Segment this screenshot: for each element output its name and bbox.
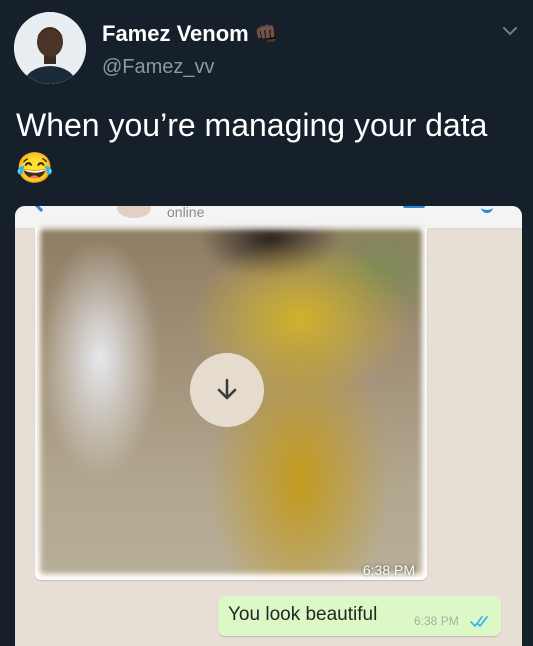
contact-status: online <box>167 206 205 220</box>
avatar-portrait <box>14 12 86 84</box>
chat-header: online <box>15 206 522 229</box>
laughing-emoji-icon: 😂 <box>16 152 54 185</box>
phone-icon <box>481 206 493 213</box>
author-name[interactable]: Famez Venom 👊🏿 <box>102 21 278 47</box>
outgoing-message-bubble: You look beautiful 6:38 PM <box>218 596 501 636</box>
download-button[interactable] <box>190 353 264 427</box>
fist-emoji-icon: 👊🏿 <box>254 23 279 45</box>
message-text: You look beautiful <box>228 604 378 625</box>
image-timestamp: 6:38 PM <box>362 562 415 578</box>
chevron-down-icon[interactable] <box>499 20 521 42</box>
video-call-icon <box>403 206 425 208</box>
tweet-text-body: When you’re managing your data <box>16 107 488 143</box>
author-avatar[interactable] <box>14 12 86 84</box>
double-check-icon <box>470 616 488 627</box>
tweet-media-screenshot[interactable]: online 6:38 PM You look beautiful 6:38 P… <box>15 206 522 646</box>
tweet-text: When you’re managing your data 😂 <box>16 104 516 190</box>
contact-avatar <box>117 206 151 218</box>
message-timestamp: 6:38 PM <box>414 614 459 628</box>
download-arrow-icon <box>217 378 237 400</box>
author-handle[interactable]: @Famez_vv <box>102 56 215 79</box>
incoming-image-bubble: 6:38 PM <box>35 228 427 580</box>
author-name-text: Famez Venom <box>102 21 249 46</box>
back-arrow-icon <box>29 206 56 213</box>
